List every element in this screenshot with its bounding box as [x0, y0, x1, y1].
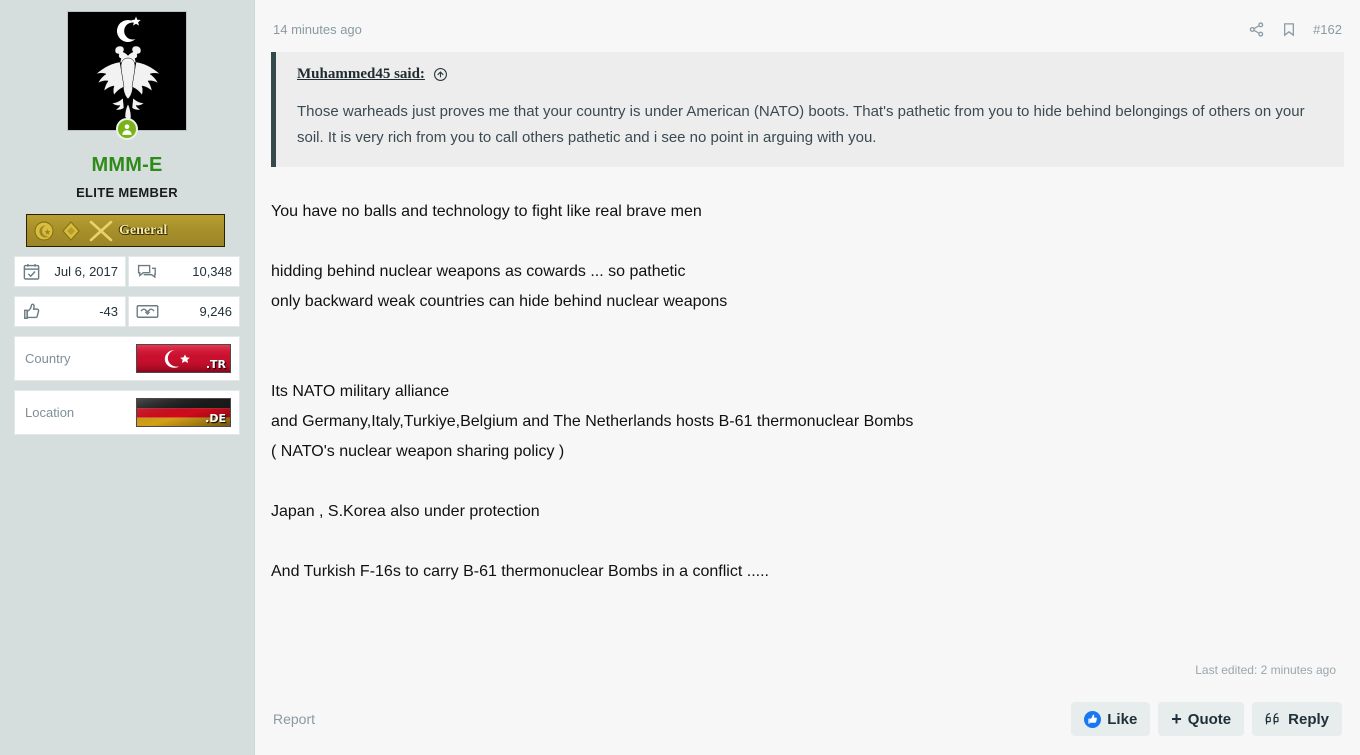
quote-marks-icon	[1265, 712, 1282, 726]
bookmark-icon[interactable]	[1281, 21, 1297, 38]
thumbs-up-icon	[22, 302, 41, 321]
quote-button-label: Quote	[1187, 710, 1232, 728]
post-line-3: only backward weak countries can hide be…	[271, 293, 728, 310]
rank-banner: General	[26, 214, 225, 247]
reaction-score-value: -43	[99, 304, 118, 319]
points-count-value: 9,246	[199, 304, 232, 319]
like-button-label: Like	[1107, 710, 1138, 728]
post-header: 14 minutes ago #162	[271, 14, 1344, 44]
messages-icon	[136, 262, 157, 281]
country-label: Country	[25, 351, 71, 366]
post-line-7: Japan , S.Korea also under protection	[271, 503, 540, 520]
share-icon[interactable]	[1248, 21, 1265, 38]
location-label: Location	[25, 405, 75, 420]
report-link[interactable]: Report	[273, 711, 315, 727]
post-timestamp[interactable]: 14 minutes ago	[273, 22, 362, 37]
online-status-badge	[116, 118, 138, 140]
calendar-icon	[22, 262, 41, 281]
post-user-sidebar: MMM-E ELITE MEMBER General Jul 6, 2017 1…	[0, 0, 255, 755]
post-message-body: You have no balls and technology to figh…	[271, 197, 1344, 663]
quote-text: Those warheads just proves me that your …	[297, 103, 1305, 146]
joined-date-value: Jul 6, 2017	[54, 264, 118, 279]
germany-flag: .DE	[136, 398, 231, 427]
quote-header: Muhammed45 said:	[297, 66, 1326, 83]
location-tld: .DE	[205, 412, 226, 425]
stat-reaction-score: -43	[14, 296, 126, 327]
post-footer: Report Like + Quote Reply	[271, 693, 1344, 745]
post-header-actions: #162	[1248, 21, 1342, 38]
handshake-icon	[136, 302, 159, 321]
stats-row-top: Jul 6, 2017 10,348	[14, 256, 240, 287]
reply-button[interactable]: Reply	[1252, 702, 1342, 736]
country-tld: .TR	[205, 358, 226, 371]
avatar-wrapper	[14, 11, 240, 140]
quote-button[interactable]: + Quote	[1158, 702, 1245, 736]
thumbs-up-filled-icon	[1084, 710, 1102, 728]
post-footer-actions: Like + Quote Reply	[1071, 702, 1342, 736]
stat-points: 9,246	[128, 296, 240, 327]
stat-joined-date: Jul 6, 2017	[14, 256, 126, 287]
post-number[interactable]: #162	[1313, 22, 1342, 37]
forum-post: MMM-E ELITE MEMBER General Jul 6, 2017 1…	[0, 0, 1360, 755]
online-user-badge-icon	[122, 124, 132, 135]
info-row-country: Country .TR	[14, 336, 240, 381]
plus-icon: +	[1171, 709, 1182, 729]
post-line-8: And Turkish F-16s to carry B-61 thermonu…	[271, 563, 769, 580]
turkey-flag: .TR	[136, 344, 231, 373]
crossed-swords-icon	[89, 220, 113, 241]
last-edited-note: Last edited: 2 minutes ago	[1195, 663, 1336, 677]
messages-count-value: 10,348	[192, 264, 232, 279]
reply-button-label: Reply	[1288, 710, 1329, 728]
post-line-2: hidding behind nuclear weapons as coward…	[271, 263, 686, 280]
avatar[interactable]	[67, 11, 187, 131]
crescent-star-medal-icon	[34, 220, 54, 241]
post-line-4: Its NATO military alliance	[271, 383, 450, 400]
double-headed-eagle-crescent-star-emblem	[68, 12, 186, 130]
quote-block: Muhammed45 said: Those warheads just pro…	[271, 52, 1344, 167]
user-title: ELITE MEMBER	[76, 185, 178, 200]
stats-row-bottom: -43 9,246	[14, 296, 240, 327]
like-button[interactable]: Like	[1071, 702, 1151, 736]
rank-label: General	[119, 222, 168, 238]
diamond-medal-icon	[62, 220, 80, 241]
info-row-location: Location .DE	[14, 390, 240, 435]
post-line-1: You have no balls and technology to figh…	[271, 203, 702, 220]
stat-messages: 10,348	[128, 256, 240, 287]
post-content: 14 minutes ago #162 Muhammed45 said: Tho…	[255, 0, 1360, 755]
jump-to-post-arrow-icon[interactable]	[433, 67, 448, 82]
quote-author-link[interactable]: Muhammed45 said:	[297, 66, 425, 83]
post-line-5: and Germany,Italy,Turkiye,Belgium and Th…	[271, 413, 914, 430]
post-line-6: ( NATO's nuclear weapon sharing policy )	[271, 443, 565, 460]
rank-insignia	[27, 218, 116, 244]
username[interactable]: MMM-E	[14, 154, 240, 177]
